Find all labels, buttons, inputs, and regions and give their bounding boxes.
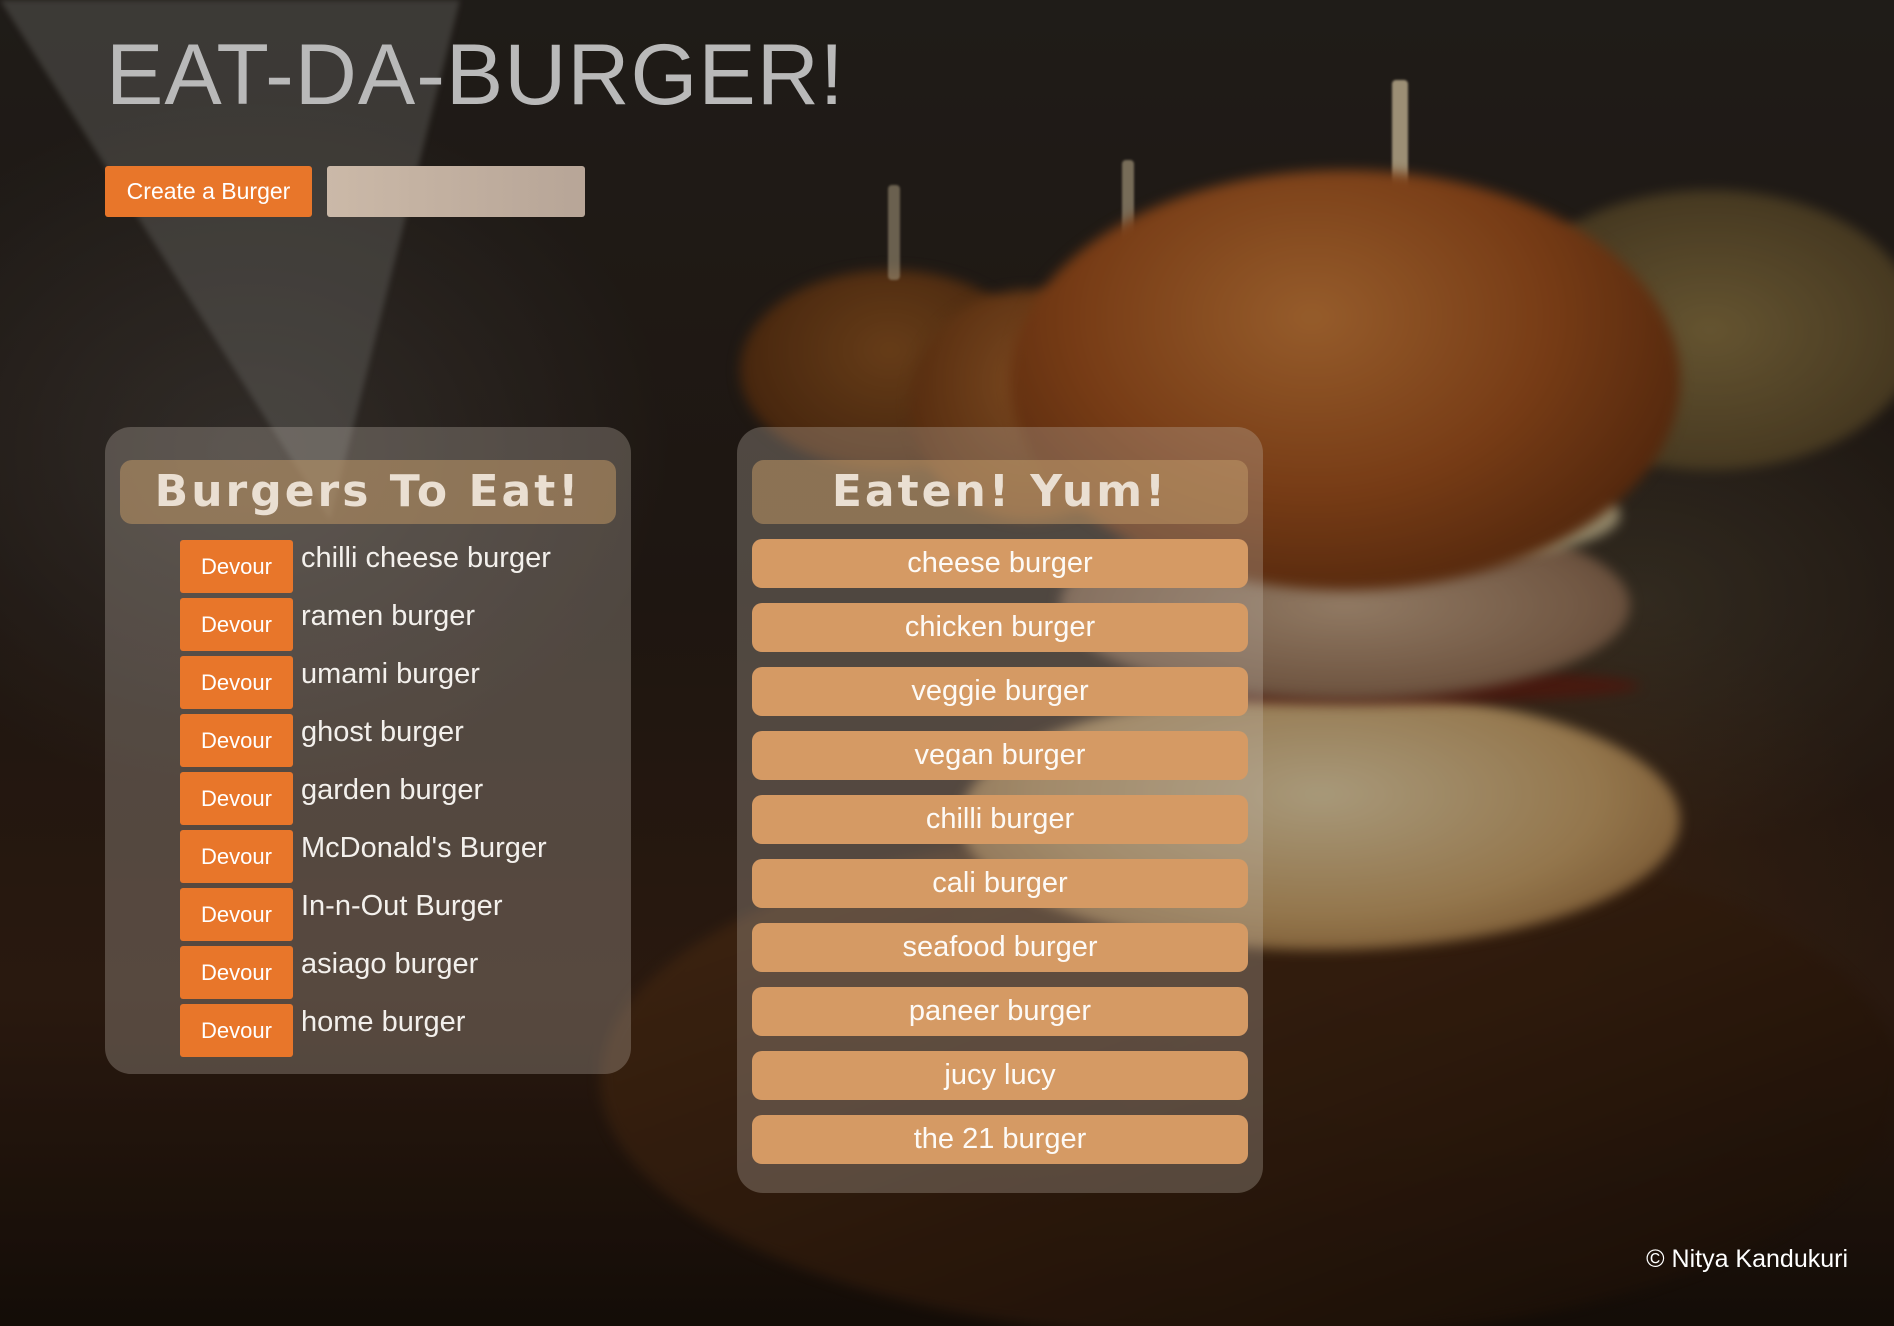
eaten-burger-item: jucy lucy xyxy=(752,1051,1248,1100)
eaten-panel: Eaten! Yum! cheese burger chicken burger v… xyxy=(737,427,1263,1193)
burger-to-eat-name: garden burger xyxy=(301,774,484,806)
copyright-footer: © Nitya Kandukuri xyxy=(1646,1245,1848,1273)
burger-to-eat-item: Devour In-n-Out Burger xyxy=(180,886,551,944)
devour-button[interactable]: Devour xyxy=(180,830,293,883)
burger-to-eat-name: chilli cheese burger xyxy=(301,542,551,574)
devour-button[interactable]: Devour xyxy=(180,714,293,767)
devour-button[interactable]: Devour xyxy=(180,946,293,999)
page-title: EAT-DA-BURGER! xyxy=(106,27,845,123)
eaten-burger-item: seafood burger xyxy=(752,923,1248,972)
burger-to-eat-name: home burger xyxy=(301,1006,466,1038)
burger-to-eat-name: umami burger xyxy=(301,658,480,690)
devour-button[interactable]: Devour xyxy=(180,888,293,941)
eaten-burger-item: cheese burger xyxy=(752,539,1248,588)
burger-name-input[interactable] xyxy=(327,166,585,217)
burger-to-eat-item: Devour McDonald's Burger xyxy=(180,828,551,886)
devour-button[interactable]: Devour xyxy=(180,772,293,825)
eaten-burgers-list: cheese burger chicken burger veggie burger… xyxy=(752,539,1248,1179)
devour-button[interactable]: Devour xyxy=(180,1004,293,1057)
burger-to-eat-name: ghost burger xyxy=(301,716,464,748)
devour-button[interactable]: Devour xyxy=(180,540,293,593)
burger-to-eat-item: Devour asiago burger xyxy=(180,944,551,1002)
burgers-to-eat-list: Devour chilli cheese burger Devour ramen bu… xyxy=(180,538,551,1060)
eaten-burger-item: paneer burger xyxy=(752,987,1248,1036)
eaten-burger-item: cali burger xyxy=(752,859,1248,908)
devour-button[interactable]: Devour xyxy=(180,656,293,709)
burger-to-eat-name: asiago burger xyxy=(301,948,479,980)
eaten-burger-item: vegan burger xyxy=(752,731,1248,780)
eaten-burger-item: chicken burger xyxy=(752,603,1248,652)
burger-to-eat-item: Devour umami burger xyxy=(180,654,551,712)
burger-to-eat-name: In-n-Out Burger xyxy=(301,890,503,922)
eaten-burger-item: the 21 burger xyxy=(752,1115,1248,1164)
burger-to-eat-item: Devour garden burger xyxy=(180,770,551,828)
create-burger-button[interactable]: Create a Burger xyxy=(105,166,312,217)
eaten-heading: Eaten! Yum! xyxy=(752,460,1248,524)
devour-button[interactable]: Devour xyxy=(180,598,293,651)
burger-to-eat-item: Devour chilli cheese burger xyxy=(180,538,551,596)
eaten-burger-item: chilli burger xyxy=(752,795,1248,844)
burger-to-eat-item: Devour ghost burger xyxy=(180,712,551,770)
burger-to-eat-item: Devour ramen burger xyxy=(180,596,551,654)
burgers-to-eat-panel: Burgers To Eat! Devour chilli cheese burg… xyxy=(105,427,631,1074)
burger-to-eat-item: Devour home burger xyxy=(180,1002,551,1060)
eaten-burger-item: veggie burger xyxy=(752,667,1248,716)
burger-to-eat-name: McDonald's Burger xyxy=(301,832,547,864)
burgers-to-eat-heading: Burgers To Eat! xyxy=(120,460,616,524)
burger-to-eat-name: ramen burger xyxy=(301,600,476,632)
